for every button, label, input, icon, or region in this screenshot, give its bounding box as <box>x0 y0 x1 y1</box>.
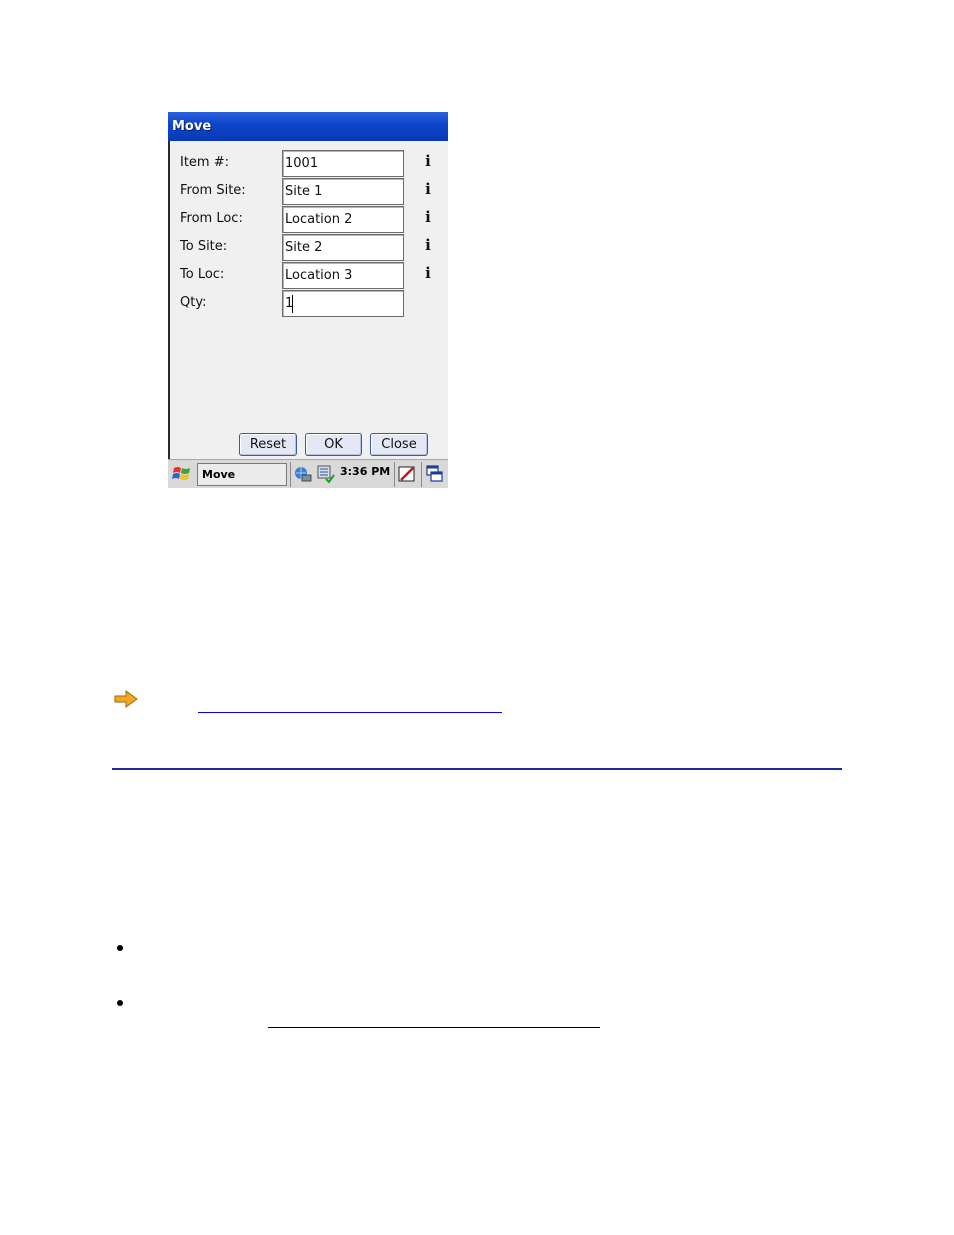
arrow-right-icon <box>114 690 138 708</box>
section-divider <box>112 768 842 770</box>
taskbar-divider <box>394 462 395 487</box>
network-icon[interactable] <box>293 464 313 484</box>
from-loc-label: From Loc: <box>180 211 243 226</box>
taskbar-divider <box>421 462 422 487</box>
document-link[interactable] <box>198 712 502 713</box>
form-row-to-site: To Site: i <box>170 234 448 262</box>
item-label: Item #: <box>180 155 229 170</box>
ok-button[interactable]: OK <box>305 433 362 456</box>
clock[interactable]: 3:36 PM <box>340 465 390 478</box>
item-info-icon[interactable]: i <box>422 152 434 174</box>
list-bullet <box>117 945 123 951</box>
from-site-label: From Site: <box>180 183 246 198</box>
from-site-field-box[interactable] <box>282 178 404 205</box>
windows-flag-icon[interactable] <box>171 463 193 485</box>
to-site-info-icon[interactable]: i <box>422 236 434 258</box>
document-link[interactable] <box>268 1027 600 1028</box>
form-row-from-site: From Site: i <box>170 178 448 206</box>
close-button[interactable]: Close <box>370 433 428 456</box>
form-row-to-loc: To Loc: i <box>170 262 448 290</box>
input-panel-icon[interactable] <box>316 464 336 484</box>
taskbar: Move 3:36 PM <box>168 459 448 488</box>
edit-icon[interactable] <box>397 464 417 484</box>
item-input[interactable] <box>283 151 401 176</box>
to-loc-label: To Loc: <box>180 267 225 282</box>
window-title: Move <box>172 119 212 134</box>
from-site-input[interactable] <box>283 179 401 204</box>
to-loc-field-box[interactable] <box>282 262 404 289</box>
from-loc-input[interactable] <box>283 207 401 232</box>
list-bullet <box>117 1000 123 1006</box>
item-field-box[interactable] <box>282 150 404 177</box>
from-site-info-icon[interactable]: i <box>422 180 434 202</box>
to-site-input[interactable] <box>283 235 401 260</box>
qty-input[interactable] <box>283 291 401 316</box>
taskbar-active-task[interactable]: Move <box>197 463 287 486</box>
text-caret <box>292 295 293 313</box>
window-switch-icon[interactable] <box>425 464 445 484</box>
device-screen: Move Item #: i From Site: i From Loc: i … <box>168 112 448 488</box>
to-loc-input[interactable] <box>283 263 401 288</box>
to-site-label: To Site: <box>180 239 228 254</box>
taskbar-divider <box>290 462 291 487</box>
form-row-from-loc: From Loc: i <box>170 206 448 234</box>
form-row-item: Item #: i <box>170 150 448 178</box>
from-loc-info-icon[interactable]: i <box>422 208 434 230</box>
qty-label: Qty: <box>180 295 207 310</box>
from-loc-field-box[interactable] <box>282 206 404 233</box>
qty-field-box[interactable] <box>282 290 404 317</box>
move-form: Item #: i From Site: i From Loc: i To Si… <box>168 141 448 459</box>
to-site-field-box[interactable] <box>282 234 404 261</box>
reset-button[interactable]: Reset <box>239 433 297 456</box>
form-row-qty: Qty: <box>170 290 448 318</box>
window-title-bar: Move <box>168 112 448 141</box>
to-loc-info-icon[interactable]: i <box>422 264 434 286</box>
